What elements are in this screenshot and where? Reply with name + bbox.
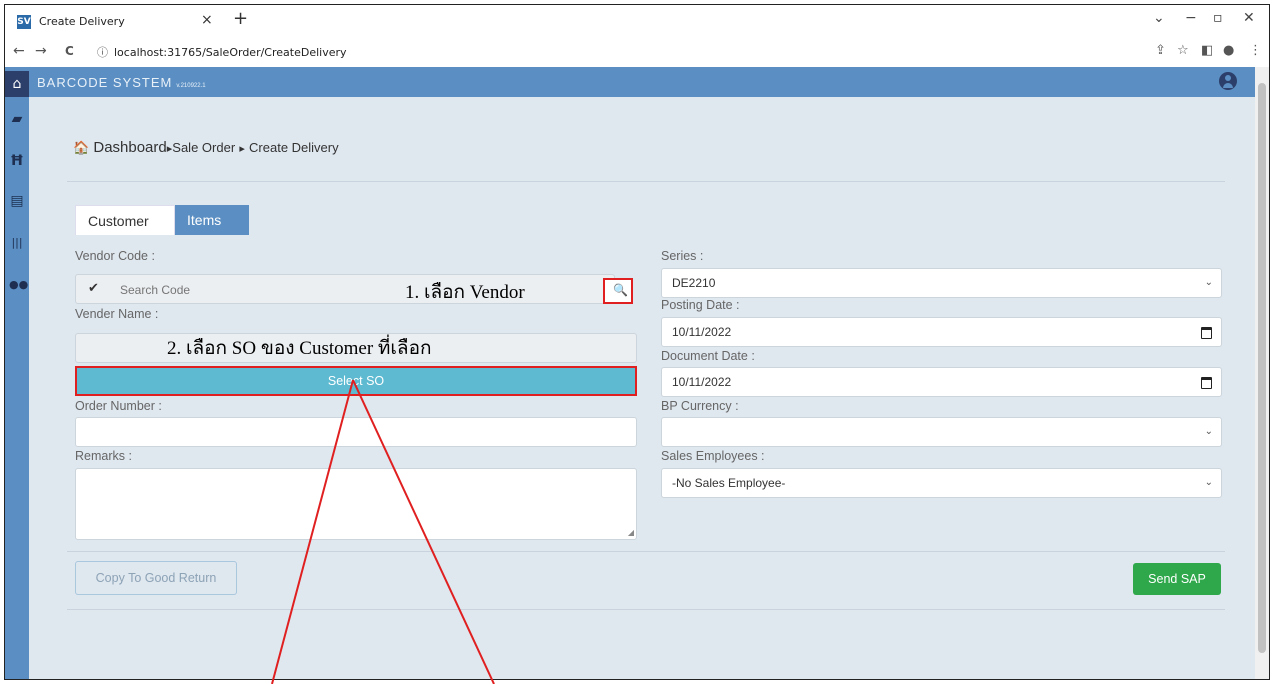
vender-name-label: Vender Name : <box>75 307 159 321</box>
page-scrollbar[interactable] <box>1255 67 1269 679</box>
sales-employees-select[interactable]: -No Sales Employee- ⌄ <box>661 468 1222 498</box>
send-sap-button[interactable]: Send SAP <box>1133 563 1221 595</box>
sales-employees-value: -No Sales Employee- <box>672 476 786 490</box>
star-icon[interactable]: ☆ <box>1177 43 1189 58</box>
back-icon[interactable]: ← <box>13 43 25 59</box>
document-date-value: 10/11/2022 <box>672 375 732 389</box>
scrollbar-thumb[interactable] <box>1258 83 1266 653</box>
tab-search-icon[interactable]: ⌄ <box>1153 10 1165 26</box>
tab-customer[interactable]: Customer <box>75 205 175 235</box>
truck-icon[interactable]: ▰ <box>9 111 25 127</box>
browser-menu-icon[interactable]: ⋮ <box>1249 43 1262 58</box>
breadcrumb-separator: ▸ <box>239 143 245 155</box>
favicon-icon: SV <box>17 15 31 29</box>
annotation-step1: 1. เลือก Vendor <box>405 282 525 303</box>
document-date-label: Document Date : <box>661 349 755 363</box>
remarks-label: Remarks : <box>75 449 132 463</box>
window-close-icon[interactable]: ✕ <box>1243 10 1255 26</box>
browser-window: SV Create Delivery × + ⌄ − ▫ ✕ ← → C ⓘ lo… <box>4 4 1270 680</box>
vendor-search-button[interactable]: 🔍 <box>603 278 633 304</box>
sales-employees-label: Sales Employees : <box>661 449 765 463</box>
sidebar: ⌂ ▰ Ħ ▤ ||| ●● <box>5 67 29 679</box>
reload-icon[interactable]: C <box>65 44 74 58</box>
series-label: Series : <box>661 249 704 263</box>
series-value: DE2210 <box>672 276 716 290</box>
bp-currency-select[interactable]: ⌄ <box>661 417 1222 447</box>
annotation-step2: 2. เลือก SO ของ Customer ที่เลือก <box>167 338 432 359</box>
chevron-down-icon: ⌄ <box>1204 477 1213 488</box>
search-icon: 🔍 <box>613 283 628 297</box>
new-tab-icon[interactable]: + <box>233 8 248 29</box>
share-icon[interactable]: ⇪ <box>1155 43 1166 58</box>
check-icon: ✔ <box>88 281 99 296</box>
posting-date-label: Posting Date : <box>661 298 740 312</box>
breadcrumb-create-delivery: Create Delivery <box>249 140 339 155</box>
url-field[interactable]: ⓘ localhost:31765/SaleOrder/CreateDeliver… <box>97 44 347 60</box>
main-content: 🏠 Dashboard▸Sale Order ▸ Create Delivery… <box>29 97 1255 679</box>
browser-tab[interactable]: SV Create Delivery × <box>9 7 227 37</box>
warehouse-icon[interactable]: ▤ <box>9 193 25 209</box>
posting-date-input[interactable]: 10/11/2022 <box>661 317 1222 347</box>
users-icon[interactable]: ●● <box>9 277 28 293</box>
divider <box>67 181 1225 182</box>
tab-close-icon[interactable]: × <box>201 12 213 28</box>
series-select[interactable]: DE2210 ⌄ <box>661 268 1222 298</box>
home-icon[interactable]: ⌂ <box>5 71 29 97</box>
breadcrumb: 🏠 Dashboard▸Sale Order ▸ Create Delivery <box>73 139 339 156</box>
breadcrumb-dashboard[interactable]: Dashboard <box>93 139 166 156</box>
maximize-icon[interactable]: ▫ <box>1213 10 1223 26</box>
chevron-down-icon: ⌄ <box>1204 426 1213 437</box>
copy-to-good-return-button[interactable]: Copy To Good Return <box>75 561 237 595</box>
site-info-icon[interactable]: ⓘ <box>97 46 108 59</box>
brand-text: BARCODE SYSTEM <box>37 75 173 90</box>
tab-title: Create Delivery <box>39 15 125 28</box>
user-account-icon[interactable] <box>1219 72 1237 90</box>
chevron-down-icon: ⌄ <box>1204 277 1213 288</box>
posting-date-value: 10/11/2022 <box>672 325 732 339</box>
vendor-code-label: Vendor Code : <box>75 249 155 263</box>
app-brand[interactable]: BARCODE SYSTEM v.210922.1 <box>37 75 206 90</box>
resize-grip-icon[interactable]: ◢ <box>628 528 634 537</box>
app-version: v.210922.1 <box>176 83 206 89</box>
minimize-icon[interactable]: − <box>1185 10 1197 26</box>
side-panel-icon[interactable]: ◧ <box>1201 43 1213 58</box>
vendor-code-group: ✔ <box>75 274 615 304</box>
calendar-icon[interactable] <box>1201 377 1212 389</box>
order-number-label: Order Number : <box>75 399 162 413</box>
barcode-icon[interactable]: ||| <box>9 235 25 251</box>
calendar-icon[interactable] <box>1201 327 1212 339</box>
select-so-button[interactable]: Select SO <box>75 366 637 396</box>
document-date-input[interactable]: 10/11/2022 <box>661 367 1222 397</box>
bp-currency-label: BP Currency : <box>661 399 739 413</box>
order-number-input[interactable] <box>75 417 637 447</box>
tab-items[interactable]: Items <box>175 205 249 235</box>
breadcrumb-sale-order[interactable]: Sale Order <box>172 140 235 155</box>
vendor-code-input[interactable] <box>118 279 422 301</box>
tab-bar: SV Create Delivery × + ⌄ − ▫ ✕ <box>5 5 1269 37</box>
address-bar: ← → C ⓘ localhost:31765/SaleOrder/CreateD… <box>5 37 1269 68</box>
remarks-textarea[interactable]: ◢ <box>75 468 637 540</box>
divider <box>67 609 1225 610</box>
divider <box>67 551 1225 552</box>
forward-icon[interactable]: → <box>35 43 47 59</box>
profile-icon[interactable]: ● <box>1223 43 1234 58</box>
app-header: BARCODE SYSTEM v.210922.1 <box>29 67 1255 97</box>
home-icon[interactable]: 🏠 <box>73 140 89 155</box>
url-text: localhost:31765/SaleOrder/CreateDelivery <box>114 46 347 59</box>
cart-icon[interactable]: Ħ <box>9 153 25 169</box>
